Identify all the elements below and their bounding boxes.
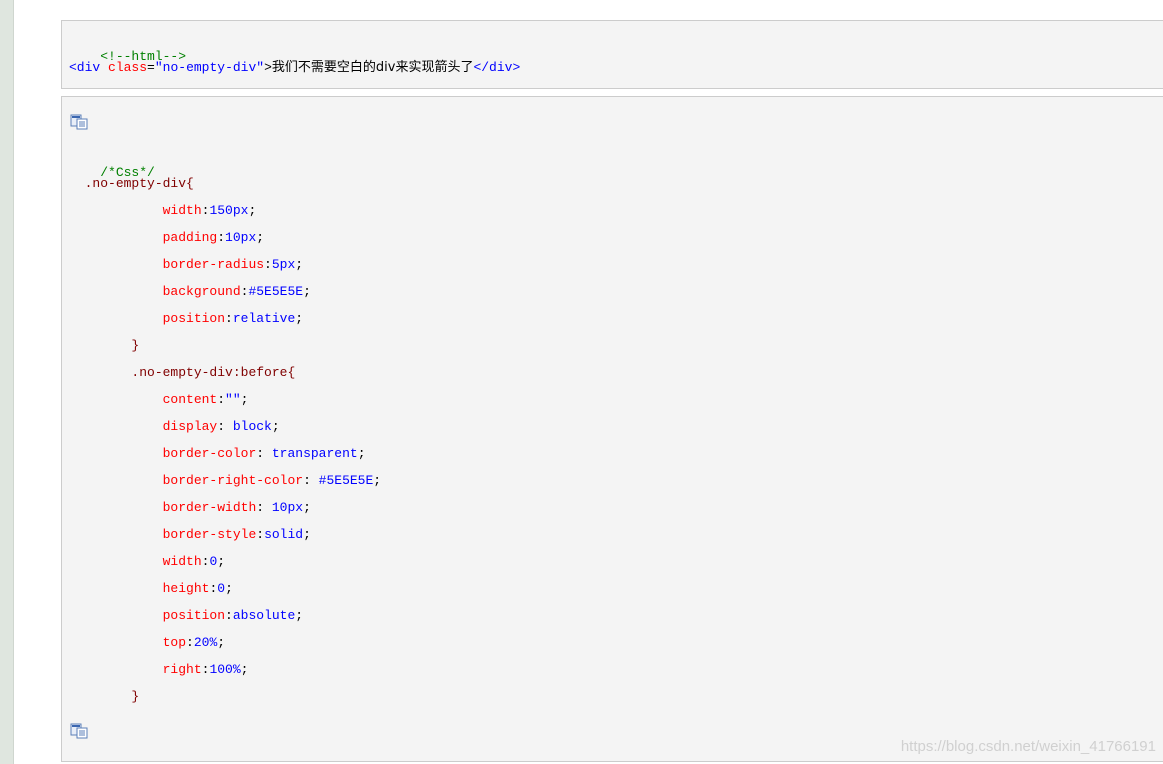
css-value: #5E5E5E [248,284,304,299]
tag-open: <div [69,60,101,75]
attr-name: class [108,60,148,75]
css-line: } [69,338,139,354]
css-line: content:""; [162,392,249,407]
css-property: top [162,635,187,650]
css-line: border-width: 10px; [162,500,311,515]
css-line: .no-empty-div:before{ [69,365,295,381]
css-value: "" [225,392,241,407]
html-div-line: <div class="no-empty-div">我们不需要空白的div来实现… [69,60,520,76]
css-value: 100% [209,662,241,677]
css-property: width [162,554,202,569]
css-line: height:0; [162,581,233,596]
css-value: 10px [264,500,304,515]
css-property: padding [162,230,218,245]
css-line: width:150px; [162,203,257,218]
css-property: border-style [162,527,257,542]
css-selector: } [131,338,140,353]
left-gutter [0,0,14,764]
css-value: #5E5E5E [310,473,374,488]
css-property: border-color [162,446,257,461]
css-selector: } [131,689,140,704]
css-line: .no-empty-div{ [69,176,194,192]
css-value: 150px [209,203,249,218]
css-line: right:100%; [162,662,249,677]
css-value: 5px [271,257,296,272]
css-selector: .no-empty-div{ [84,176,194,191]
attr-value: "no-empty-div" [154,60,265,75]
css-property: background [162,284,241,299]
watermark: https://blog.csdn.net/weixin_41766191 [900,738,1156,755]
css-value: 0 [217,581,226,596]
tag-close: > [264,60,272,75]
css-property: border-right-color [162,473,304,488]
copy-icon[interactable] [70,114,90,130]
css-value: relative [232,311,296,326]
css-line: border-style:solid; [162,527,311,542]
css-line: border-color: transparent; [162,446,366,461]
css-line: display: block; [162,419,280,434]
css-line: position:absolute; [162,608,304,623]
css-property: border-width [162,500,257,515]
tag-end: </div> [473,60,521,75]
css-property: content [162,392,218,407]
css-line: position:relative; [162,311,304,326]
css-property: display [162,419,218,434]
css-line: border-radius:5px; [162,257,304,272]
css-line: width:0; [162,554,226,569]
html-comment-line: <!--html--> [69,33,186,64]
css-property: border-radius [162,257,265,272]
css-line: background:#5E5E5E; [162,284,311,299]
css-value: 20% [193,635,218,650]
css-property: right [162,662,202,677]
attr-eq: = [147,60,155,75]
css-line: padding:10px; [162,230,265,245]
div-text: 我们不需要空白的div来实现箭头了 [271,60,474,75]
css-line: border-right-color: #5E5E5E; [162,473,382,488]
css-comment-line: /*Css*/ [69,149,155,180]
css-property: width [162,203,202,218]
css-value: 10px [225,230,257,245]
css-property: position [162,608,226,623]
css-value: block [225,419,272,434]
html-code-block: <!--html--> <div class="no-empty-div">我们… [61,20,1163,89]
css-line: top:20%; [162,635,226,650]
css-property: position [162,311,226,326]
css-value: absolute [232,608,296,623]
copy-icon-bottom[interactable] [70,723,90,739]
css-property: height [162,581,210,596]
css-selector: .no-empty-div:before{ [131,365,296,380]
css-line: } [69,689,139,705]
css-code-block: /*Css*/ .no-empty-div{ width:150px; padd… [61,96,1163,762]
css-value: solid [264,527,304,542]
css-value: transparent [264,446,358,461]
